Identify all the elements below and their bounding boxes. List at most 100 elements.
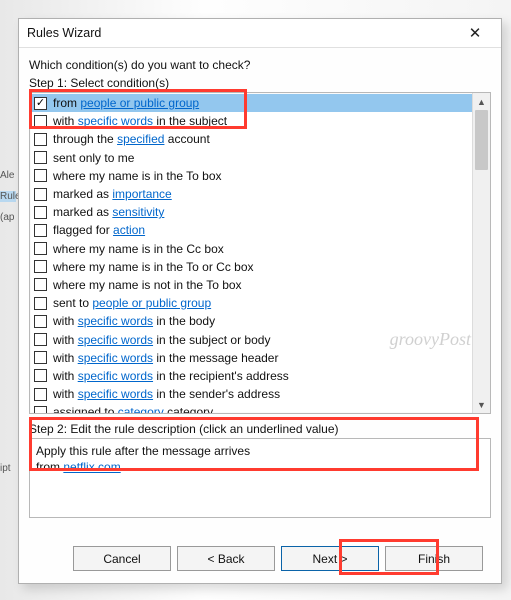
- scroll-up-arrow-icon[interactable]: ▲: [473, 93, 490, 110]
- finish-button[interactable]: Finish: [385, 546, 483, 571]
- scroll-track[interactable]: [473, 110, 490, 396]
- back-button[interactable]: < Back: [177, 546, 275, 571]
- condition-link[interactable]: specific words: [78, 333, 153, 347]
- condition-checkbox[interactable]: [34, 151, 47, 164]
- condition-text: with specific words in the subject or bo…: [53, 333, 270, 347]
- condition-link[interactable]: specified: [117, 132, 164, 146]
- condition-item[interactable]: where my name is in the To box: [30, 167, 472, 185]
- condition-text: sent only to me: [53, 151, 134, 165]
- condition-text-post: in the subject or body: [153, 333, 270, 347]
- condition-text-pre: where my name is not in the To box: [53, 278, 242, 292]
- condition-item[interactable]: with specific words in the body: [30, 312, 472, 330]
- condition-item[interactable]: sent only to me: [30, 149, 472, 167]
- condition-text-pre: flagged for: [53, 223, 113, 237]
- condition-text-pre: sent to: [53, 296, 92, 310]
- condition-link[interactable]: people or public group: [92, 296, 211, 310]
- condition-checkbox[interactable]: [34, 133, 47, 146]
- condition-checkbox[interactable]: [34, 406, 47, 413]
- condition-checkbox[interactable]: [34, 97, 47, 110]
- rule-description-box: Apply this rule after the message arrive…: [29, 438, 491, 518]
- condition-text: assigned to category category: [53, 405, 213, 413]
- rule-value-sender-link[interactable]: netflix.com: [63, 460, 120, 474]
- condition-checkbox[interactable]: [34, 333, 47, 346]
- condition-text: with specific words in the body: [53, 314, 215, 328]
- condition-checkbox[interactable]: [34, 260, 47, 273]
- close-icon: ✕: [469, 24, 482, 42]
- condition-text: where my name is in the To box: [53, 169, 222, 183]
- scroll-thumb[interactable]: [475, 110, 488, 170]
- condition-checkbox[interactable]: [34, 351, 47, 364]
- condition-text-post: in the message header: [153, 351, 278, 365]
- description-line: Apply this rule after the message arrive…: [36, 443, 484, 459]
- condition-text: with specific words in the subject: [53, 114, 227, 128]
- condition-checkbox[interactable]: [34, 224, 47, 237]
- condition-item[interactable]: flagged for action: [30, 221, 472, 239]
- condition-checkbox[interactable]: [34, 115, 47, 128]
- condition-text-pre: assigned to: [53, 405, 118, 413]
- condition-checkbox[interactable]: [34, 206, 47, 219]
- condition-checkbox[interactable]: [34, 388, 47, 401]
- condition-checkbox[interactable]: [34, 369, 47, 382]
- condition-link[interactable]: specific words: [78, 351, 153, 365]
- condition-item[interactable]: where my name is in the To or Cc box: [30, 258, 472, 276]
- condition-text: from people or public group: [53, 96, 199, 110]
- condition-item[interactable]: from people or public group: [30, 94, 472, 112]
- bg-label: (ap: [0, 212, 16, 223]
- condition-text: sent to people or public group: [53, 296, 211, 310]
- bg-label: ipt: [0, 463, 16, 474]
- condition-item[interactable]: assigned to category category: [30, 403, 472, 413]
- scrollbar[interactable]: ▲ ▼: [472, 93, 490, 413]
- description-from-prefix: from: [36, 460, 63, 474]
- condition-link[interactable]: specific words: [78, 314, 153, 328]
- condition-text-pre: with: [53, 351, 78, 365]
- condition-text-post: in the recipient's address: [153, 369, 289, 383]
- bg-label: Ale: [0, 170, 16, 181]
- condition-text: with specific words in the recipient's a…: [53, 369, 289, 383]
- condition-text-pre: where my name is in the Cc box: [53, 242, 224, 256]
- condition-text-post: in the sender's address: [153, 387, 280, 401]
- condition-text: where my name is in the Cc box: [53, 242, 224, 256]
- condition-item[interactable]: where my name is in the Cc box: [30, 240, 472, 258]
- condition-item[interactable]: with specific words in the sender's addr…: [30, 385, 472, 403]
- close-button[interactable]: ✕: [455, 21, 495, 45]
- condition-text-pre: marked as: [53, 187, 112, 201]
- condition-link[interactable]: people or public group: [80, 96, 199, 110]
- rules-wizard-dialog: Rules Wizard ✕ Which condition(s) do you…: [18, 18, 502, 584]
- conditions-list: from people or public group with specific…: [29, 92, 491, 414]
- prompt-text: Which condition(s) do you want to check?: [29, 58, 491, 72]
- condition-link[interactable]: importance: [112, 187, 171, 201]
- condition-link[interactable]: specific words: [78, 387, 153, 401]
- condition-item[interactable]: with specific words in the subject: [30, 112, 472, 130]
- condition-item[interactable]: with specific words in the recipient's a…: [30, 367, 472, 385]
- condition-link[interactable]: action: [113, 223, 145, 237]
- condition-item[interactable]: with specific words in the message heade…: [30, 349, 472, 367]
- condition-item[interactable]: marked as sensitivity: [30, 203, 472, 221]
- condition-item[interactable]: with specific words in the subject or bo…: [30, 330, 472, 348]
- condition-item[interactable]: sent to people or public group: [30, 294, 472, 312]
- condition-checkbox[interactable]: [34, 188, 47, 201]
- condition-checkbox[interactable]: [34, 297, 47, 310]
- condition-item[interactable]: where my name is not in the To box: [30, 276, 472, 294]
- condition-text: marked as importance: [53, 187, 172, 201]
- condition-text-pre: from: [53, 96, 80, 110]
- condition-link[interactable]: specific words: [78, 369, 153, 383]
- condition-text-post: category: [164, 405, 213, 413]
- condition-checkbox[interactable]: [34, 169, 47, 182]
- step2-label: Step 2: Edit the rule description (click…: [29, 422, 491, 436]
- description-line: from netflix.com: [36, 459, 484, 475]
- condition-text-pre: sent only to me: [53, 151, 134, 165]
- scroll-down-arrow-icon[interactable]: ▼: [473, 396, 490, 413]
- condition-link[interactable]: category: [118, 405, 164, 413]
- condition-checkbox[interactable]: [34, 242, 47, 255]
- condition-item[interactable]: through the specified account: [30, 130, 472, 148]
- condition-checkbox[interactable]: [34, 278, 47, 291]
- next-button[interactable]: Next >: [281, 546, 379, 571]
- cancel-button[interactable]: Cancel: [73, 546, 171, 571]
- condition-text: marked as sensitivity: [53, 205, 164, 219]
- condition-text-post: in the subject: [153, 114, 227, 128]
- condition-link[interactable]: sensitivity: [112, 205, 164, 219]
- condition-text-pre: with: [53, 369, 78, 383]
- condition-item[interactable]: marked as importance: [30, 185, 472, 203]
- condition-link[interactable]: specific words: [78, 114, 153, 128]
- condition-checkbox[interactable]: [34, 315, 47, 328]
